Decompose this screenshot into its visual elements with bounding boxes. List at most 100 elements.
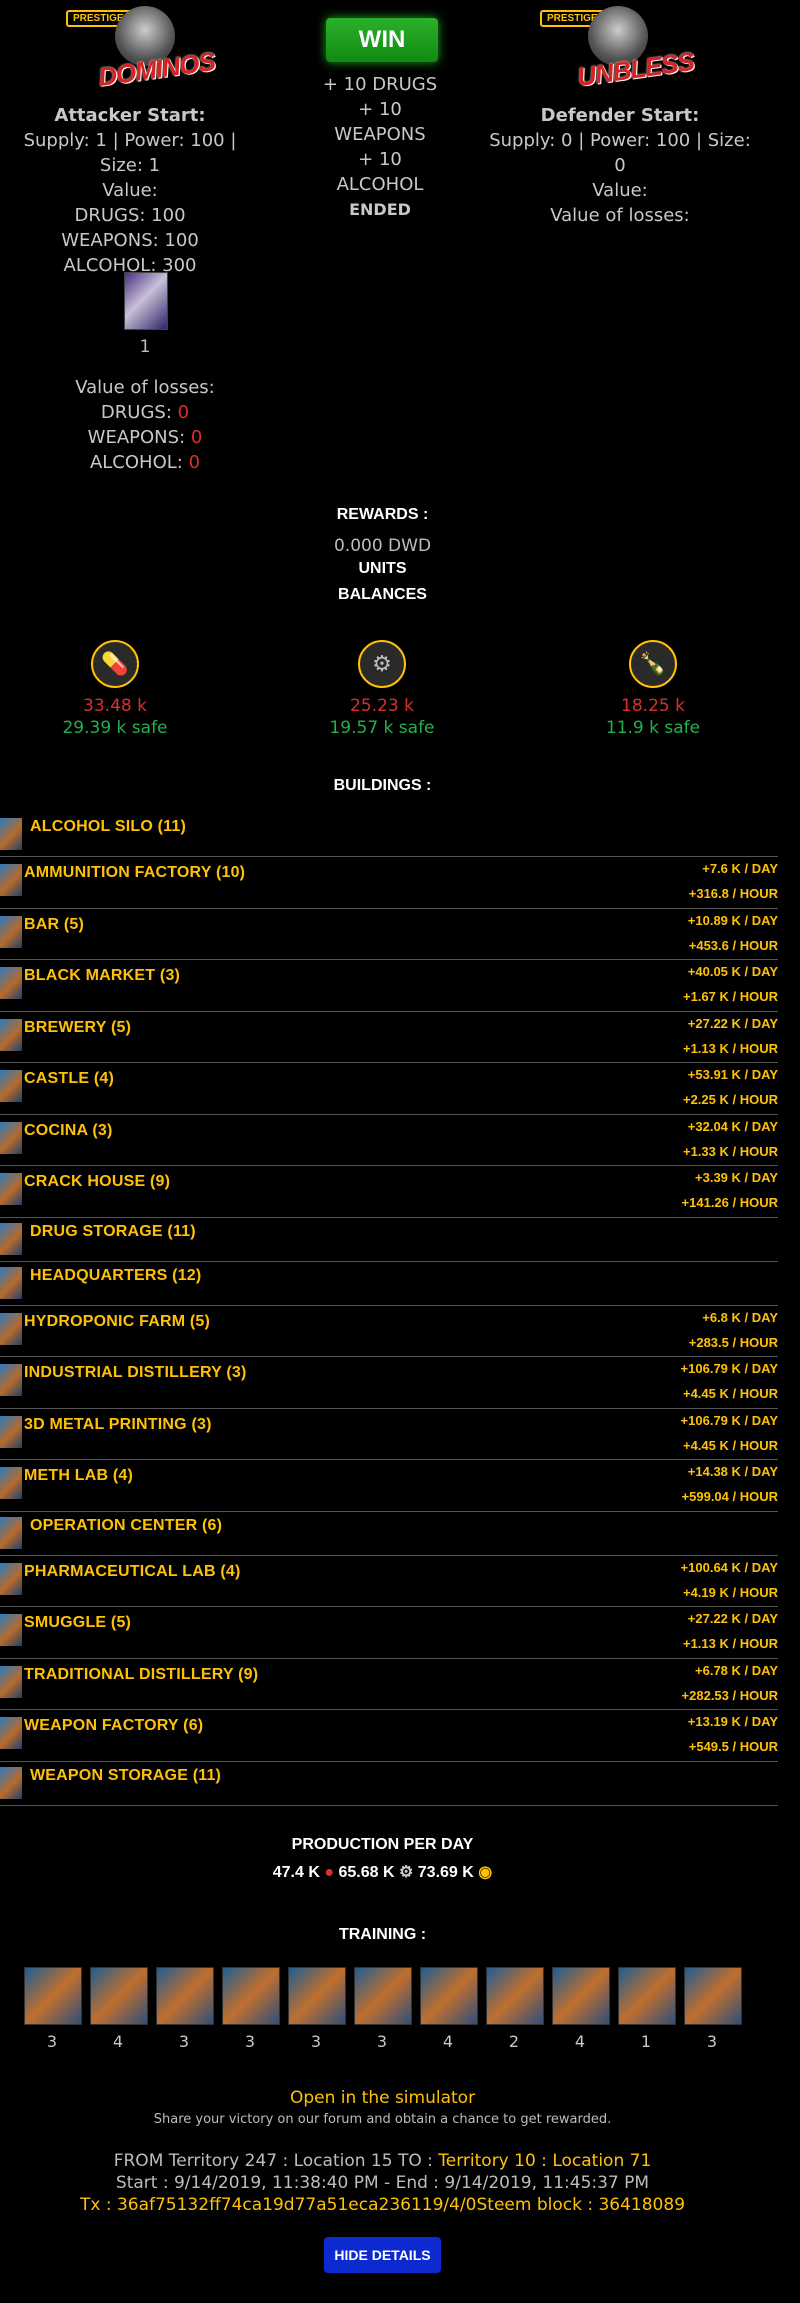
weapons-icon: ⚙: [358, 640, 406, 688]
building-production: +14.38 K / DAY +599.04 / HOUR: [682, 1459, 778, 1509]
building-thumbnail: [0, 967, 22, 999]
production-values: 47.4 K ● 65.68 K ⚙ 73.69 K ◉: [0, 1862, 765, 1882]
gain-drugs: + 10 DRUGS: [322, 74, 438, 95]
building-production-hour: +599.04 / HOUR: [681, 1489, 778, 1504]
building-production-hour: +1.67 K / HOUR: [682, 989, 778, 1004]
building-thumbnail: [0, 1173, 22, 1205]
building-row[interactable]: BAR (5) +10.89 K / DAY +453.6 / HOUR: [0, 908, 778, 960]
training-unit-count: 3: [310, 2032, 322, 2051]
building-row[interactable]: 3D METAL PRINTING (3) +106.79 K / DAY +4.4…: [0, 1408, 778, 1460]
training-unit-card[interactable]: [222, 1967, 280, 2025]
route-to-location[interactable]: Location 71: [552, 2151, 651, 2171]
building-production: +6.8 K / DAY +283.5 / HOUR: [689, 1305, 778, 1355]
production-weapons-icon: ⚙: [398, 1864, 414, 1881]
balance-alcohol: 🍾 18.25 k 11.9 k safe: [598, 640, 708, 738]
building-name: DRUG STORAGE (11): [30, 1222, 196, 1240]
building-thumbnail: [0, 864, 22, 896]
building-production: +3.39 K / DAY +141.26 / HOUR: [682, 1165, 778, 1215]
building-name: INDUSTRIAL DISTILLERY (3): [24, 1364, 247, 1381]
balance-drugs-safe: 29.39 k safe: [62, 718, 168, 738]
training-unit-card[interactable]: [288, 1967, 346, 2025]
route-to-territory[interactable]: Territory 10: [438, 2151, 536, 2171]
building-thumbnail: [0, 1467, 22, 1499]
building-production: +100.64 K / DAY +4.19 K / HOUR: [681, 1555, 778, 1605]
balance-alcohol-amount: 18.25 k: [621, 696, 685, 716]
building-name: HYDROPONIC FARM (5): [24, 1312, 211, 1330]
defender-losses-label: Value of losses:: [550, 205, 690, 226]
building-row[interactable]: METH LAB (4) +14.38 K / DAY +599.04 / HOUR: [0, 1459, 778, 1512]
training-unit-count: 1: [640, 2032, 652, 2051]
production-weapons: 65.68 K: [338, 1864, 395, 1881]
building-row[interactable]: ALCOHOL SILO (11): [0, 812, 778, 857]
training-unit-card[interactable]: [486, 1967, 544, 2025]
building-production: +7.6 K / DAY +316.8 / HOUR: [689, 856, 778, 906]
win-button[interactable]: WIN: [326, 18, 438, 62]
building-row[interactable]: WEAPON FACTORY (6) +13.19 K / DAY +549.5 /…: [0, 1709, 778, 1762]
building-production-hour: +2.25 K / HOUR: [682, 1092, 778, 1107]
building-name: BAR (5): [24, 915, 85, 933]
training-unit-card[interactable]: [354, 1967, 412, 2025]
building-name: HEADQUARTERS (12): [30, 1266, 202, 1284]
building-row[interactable]: WEAPON STORAGE (11): [0, 1761, 778, 1806]
building-production-hour: +282.53 / HOUR: [681, 1687, 778, 1703]
building-production-day: +6.78 K / DAY: [695, 1662, 778, 1678]
tx-hash-link[interactable]: 36af75132ff74ca19d77a51eca236119/4/0: [117, 2195, 477, 2215]
training-unit-card[interactable]: [552, 1967, 610, 2025]
training-unit-card[interactable]: [90, 1967, 148, 2025]
building-row[interactable]: INDUSTRIAL DISTILLERY (3) +106.79 K / DAY…: [0, 1356, 778, 1409]
building-name: BLACK MARKET (3): [24, 967, 181, 984]
building-production-hour: +4.45 K / HOUR: [682, 1437, 778, 1453]
building-production-hour: +453.6 / HOUR: [688, 937, 778, 953]
attacker-loss-weapons: WEAPONS: 0: [87, 427, 203, 448]
building-row[interactable]: DRUG STORAGE (11): [0, 1217, 778, 1262]
production-section: PRODUCTION PER DAY 47.4 K ● 65.68 K ⚙ 73…: [0, 1836, 765, 1882]
rewards-dwd: 0.000 DWD: [333, 536, 432, 556]
building-row[interactable]: TRADITIONAL DISTILLERY (9) +6.78 K / DAY +…: [0, 1658, 778, 1710]
balance-weapons-amount: 25.23 k: [350, 696, 414, 716]
building-name: SMUGGLE (5): [24, 1614, 132, 1631]
training-unit-card[interactable]: [156, 1967, 214, 2025]
building-row[interactable]: BREWERY (5) +27.22 K / DAY +1.13 K / HOUR: [0, 1011, 778, 1063]
training-unit-card[interactable]: [684, 1967, 742, 2025]
training-unit-count: 3: [46, 2032, 58, 2051]
building-row[interactable]: HEADQUARTERS (12): [0, 1261, 778, 1306]
building-name: BREWERY (5): [24, 1018, 132, 1036]
attacker-value-weapons: WEAPONS: 100: [61, 230, 199, 251]
simulator-link[interactable]: Open in the simulator: [0, 2088, 765, 2108]
attacker-supply-line: Supply: 1 | Power: 100 | Size: 1: [23, 130, 237, 176]
attacker-value-label: Value:: [102, 180, 158, 201]
training-unit-card[interactable]: [618, 1967, 676, 2025]
building-production-day: +106.79 K / DAY: [680, 1361, 778, 1376]
rewards-units: UNITS: [358, 560, 407, 577]
building-row[interactable]: OPERATION CENTER (6): [0, 1511, 778, 1556]
gain-weapons-amount: + 10: [358, 99, 402, 120]
building-row[interactable]: SMUGGLE (5) +27.22 K / DAY +1.13 K / HOUR: [0, 1606, 778, 1659]
building-thumbnail: [0, 1766, 22, 1799]
building-production-day: +27.22 K / DAY: [687, 1611, 778, 1626]
building-production: +10.89 K / DAY +453.6 / HOUR: [688, 908, 778, 958]
building-row[interactable]: BLACK MARKET (3) +40.05 K / DAY +1.67 K / …: [0, 959, 778, 1012]
building-row[interactable]: CASTLE (4) +53.91 K / DAY +2.25 K / HOUR: [0, 1062, 778, 1115]
building-name: COCINA (3): [24, 1121, 113, 1139]
building-production: +6.78 K / DAY +282.53 / HOUR: [682, 1658, 778, 1708]
building-row[interactable]: HYDROPONIC FARM (5) +6.8 K / DAY +283.5 / …: [0, 1305, 778, 1357]
building-production-hour: +1.13 K / HOUR: [682, 1040, 778, 1056]
attacker-unit-card[interactable]: [124, 272, 168, 330]
building-thumbnail: [0, 915, 22, 948]
building-row[interactable]: COCINA (3) +32.04 K / DAY +1.33 K / HOUR: [0, 1114, 778, 1166]
hide-details-button[interactable]: HIDE DETAILS: [324, 2237, 441, 2273]
training-unit-card[interactable]: [24, 1967, 82, 2025]
training-unit-count: 3: [244, 2032, 256, 2051]
production-drugs-icon: ●: [324, 1864, 335, 1881]
building-row[interactable]: PHARMACEUTICAL LAB (4) +100.64 K / DAY +4.…: [0, 1555, 778, 1607]
building-row[interactable]: CRACK HOUSE (9) +3.39 K / DAY +141.26 / HO…: [0, 1165, 778, 1218]
building-row[interactable]: AMMUNITION FACTORY (10) +7.6 K / DAY +316.…: [0, 856, 778, 909]
building-thumbnail: [0, 1562, 22, 1595]
building-production-day: +14.38 K / DAY: [687, 1464, 778, 1479]
training-unit-card[interactable]: [420, 1967, 478, 2025]
building-production-hour: +316.8 / HOUR: [688, 886, 778, 901]
attacker-value-drugs: DRUGS: 100: [74, 205, 186, 226]
attacker-start-title: Attacker Start:: [54, 105, 206, 126]
building-production-hour: +4.19 K / HOUR: [682, 1584, 778, 1600]
defender-start-title: Defender Start:: [540, 105, 700, 126]
